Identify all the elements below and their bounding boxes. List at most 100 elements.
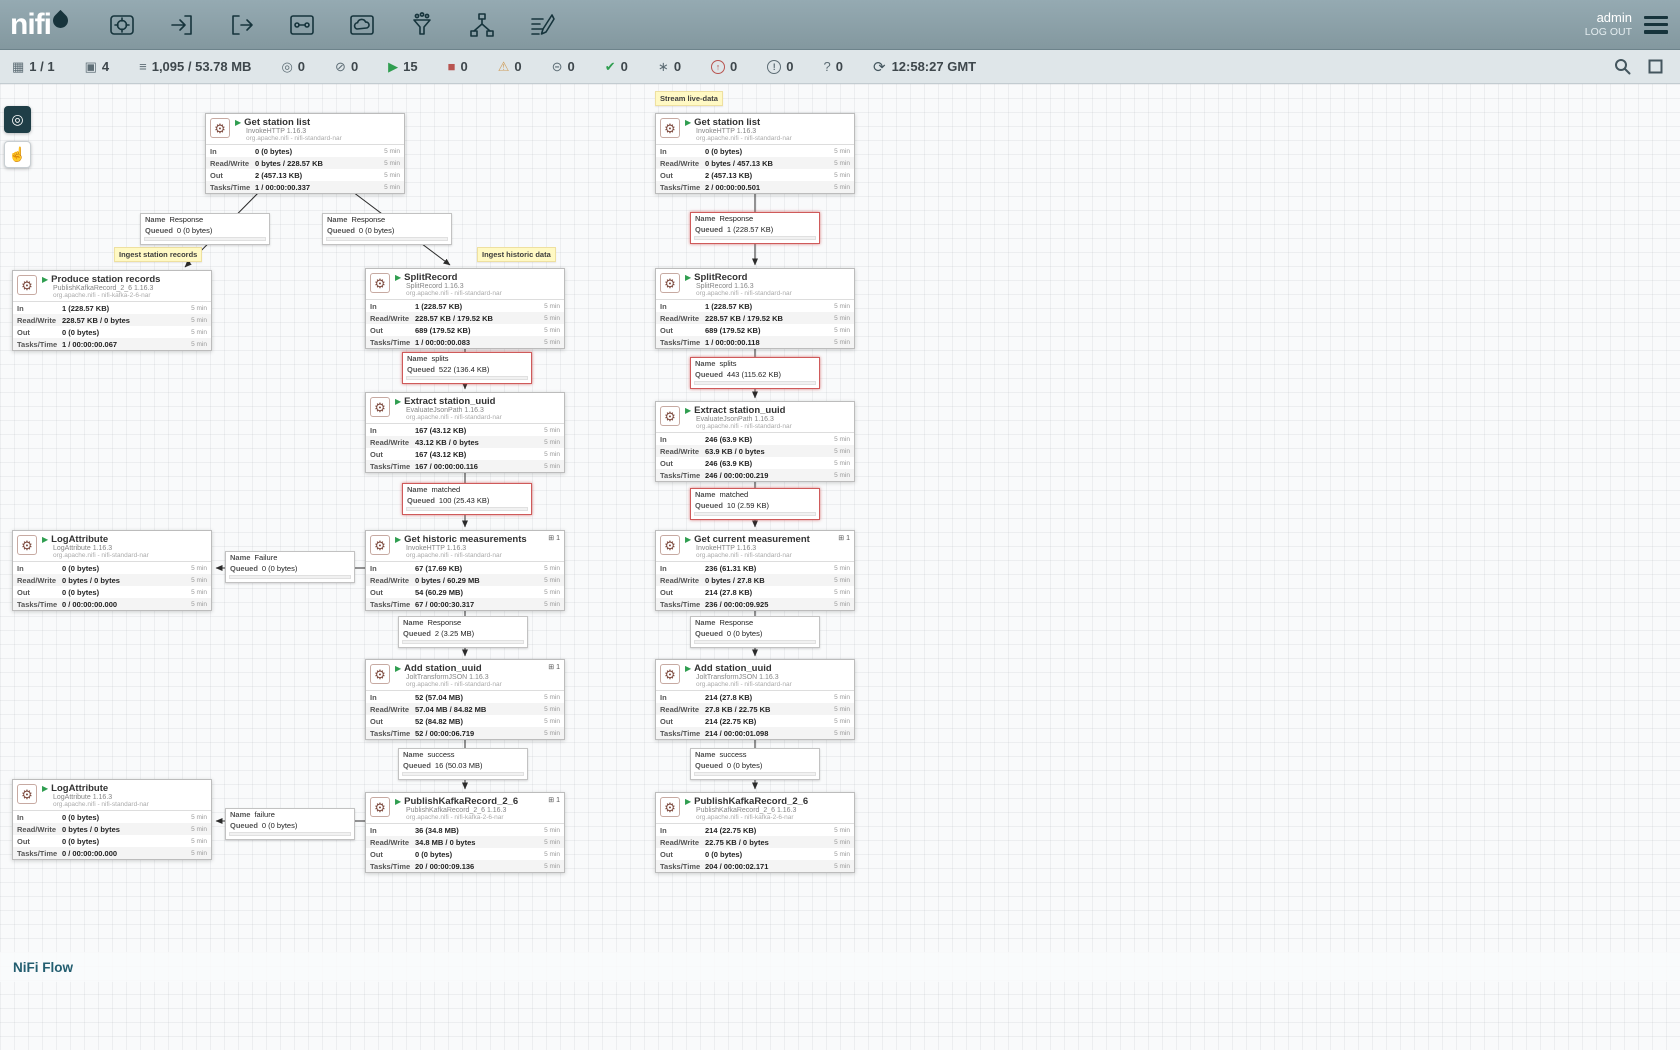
canvas-label-stream-live-data[interactable]: Stream live-data	[655, 91, 723, 106]
connection-queued-value: 443 (115.62 KB)	[727, 370, 781, 379]
connection-name-row: Name Response	[323, 214, 451, 225]
input-port-tool[interactable]	[166, 9, 198, 41]
stat-label: Read/Write	[660, 576, 705, 585]
connection-queued-key: Queued	[403, 629, 431, 638]
connection-name-value: Response	[351, 215, 385, 224]
processor-produce-station-records[interactable]: ⚙▶Produce station recordsPublishKafkaRec…	[12, 270, 212, 351]
processor-extract-station-uuid[interactable]: ⚙▶Extract station_uuidEvaluateJsonPath 1…	[365, 392, 565, 473]
stat-label: Read/Write	[17, 316, 62, 325]
processor-add-station-uuid[interactable]: ⚙▶Add station_uuidJoltTransformJSON 1.16…	[655, 659, 855, 740]
processor-splitrecord[interactable]: ⚙▶SplitRecordSplitRecord 1.16.3org.apach…	[655, 268, 855, 349]
logout-link[interactable]: LOG OUT	[1585, 26, 1632, 39]
connection-label-response[interactable]: NameResponseQueued1 (228.57 KB)	[690, 212, 820, 244]
processor-publishkafkarecord-2-6[interactable]: ⚙▶PublishKafkaRecord_2_6PublishKafkaReco…	[655, 792, 855, 873]
stale-icon: ↑	[711, 60, 725, 74]
connection-label-response[interactable]: NameResponseQueued0 (0 bytes)	[690, 616, 820, 648]
connection-label-response[interactable]: NameResponseQueued0 (0 bytes)	[140, 213, 270, 245]
stat-value: 1 / 00:00:00.083	[415, 338, 544, 347]
stat-label: In	[370, 426, 415, 435]
flow-canvas[interactable]: Stream live-data Ingest station records In…	[0, 0, 1680, 1050]
processor-tool[interactable]	[106, 9, 138, 41]
processor-type: PublishKafkaRecord_2_6 1.16.3	[53, 285, 160, 292]
connection-label-success[interactable]: NamesuccessQueued0 (0 bytes)	[690, 748, 820, 780]
processor-add-station-uuid[interactable]: ⚙▶Add station_uuidJoltTransformJSON 1.16…	[365, 659, 565, 740]
processor-extract-station-uuid[interactable]: ⚙▶Extract station_uuidEvaluateJsonPath 1…	[655, 401, 855, 482]
canvas-label-ingest-station-records[interactable]: Ingest station records	[114, 247, 202, 262]
processor-name: PublishKafkaRecord_2_6	[404, 796, 518, 807]
panel-toggle-icon[interactable]	[1647, 58, 1664, 75]
stat-value: 0 (0 bytes)	[62, 564, 191, 573]
processor-logattribute[interactable]: ⚙▶LogAttributeLogAttribute 1.16.3org.apa…	[12, 779, 212, 860]
connection-name-key: Name	[327, 215, 347, 224]
stat-value: 57.04 MB / 84.82 MB	[415, 705, 544, 714]
processor-type: JoltTransformJSON 1.16.3	[696, 674, 792, 681]
stat-window: 5 min	[191, 341, 207, 348]
funnel-tool[interactable]	[406, 9, 438, 41]
stat-value: 2 / 00:00:00.501	[705, 183, 834, 192]
navigate-palette-button[interactable]: ◎	[4, 106, 31, 133]
stat-window: 5 min	[544, 577, 560, 584]
processor-get-station-list[interactable]: ⚙▶Get station listInvokeHTTP 1.16.3org.a…	[655, 113, 855, 194]
stat-label: In	[660, 435, 705, 444]
connection-label-splits[interactable]: NamesplitsQueued443 (115.62 KB)	[690, 357, 820, 389]
processor-get-station-list[interactable]: ⚙▶Get station listInvokeHTTP 1.16.3org.a…	[205, 113, 405, 194]
stat-label: Tasks/Time	[370, 729, 415, 738]
connection-queued-key: Queued	[403, 761, 431, 770]
canvas-label-ingest-historic-data[interactable]: Ingest historic data	[477, 247, 556, 262]
breadcrumb-root-link[interactable]: NiFi Flow	[13, 960, 73, 975]
refresh-status[interactable]: ⟳12:58:27 GMT	[873, 58, 976, 76]
remote-process-group-tool[interactable]	[346, 9, 378, 41]
connection-label-response[interactable]: NameResponseQueued0 (0 bytes)	[322, 213, 452, 245]
label-tool[interactable]	[526, 9, 558, 41]
stat-window: 5 min	[384, 184, 400, 191]
processor-bundle: org.apache.nifi - nifi-standard-nar	[696, 290, 792, 297]
processor-bundle: org.apache.nifi - nifi-standard-nar	[696, 135, 792, 142]
connection-name-row: NameResponse	[691, 617, 819, 628]
stat-label: Tasks/Time	[660, 471, 705, 480]
connection-label-failure[interactable]: NamefailureQueued0 (0 bytes)	[225, 808, 355, 840]
stat-label: Read/Write	[17, 576, 62, 585]
processor-get-historic-measurements[interactable]: ⚙▶Get historic measurementsInvokeHTTP 1.…	[365, 530, 565, 611]
processor-publishkafkarecord-2-6[interactable]: ⚙▶PublishKafkaRecord_2_6PublishKafkaReco…	[365, 792, 565, 873]
stat-row: In52 (57.04 MB)5 min	[366, 691, 564, 703]
connection-label-splits[interactable]: NamesplitsQueued522 (136.4 KB)	[402, 352, 532, 384]
processor-titles: ▶LogAttributeLogAttribute 1.16.3org.apac…	[42, 783, 149, 808]
stat-window: 5 min	[544, 463, 560, 470]
processor-bundle: org.apache.nifi - nifi-standard-nar	[406, 414, 502, 421]
disabled-status: ⊝0	[552, 59, 575, 75]
connection-name-key: Name	[145, 215, 165, 224]
stat-value: 0 (0 bytes)	[255, 147, 384, 156]
queue-percent-bar	[694, 640, 816, 644]
processor-splitrecord[interactable]: ⚙▶SplitRecordSplitRecord 1.16.3org.apach…	[365, 268, 565, 349]
processor-type: EvaluateJsonPath 1.16.3	[696, 416, 792, 423]
processor-get-current-measurement[interactable]: ⚙▶Get current measurementInvokeHTTP 1.16…	[655, 530, 855, 611]
stat-row: In167 (43.12 KB)5 min	[366, 424, 564, 436]
connection-label-response[interactable]: NameResponseQueued2 (3.25 MB)	[398, 616, 528, 648]
processor-logattribute[interactable]: ⚙▶LogAttributeLogAttribute 1.16.3org.apa…	[12, 530, 212, 611]
stat-label: In	[17, 564, 62, 573]
run-status-icon: ▶	[42, 276, 48, 284]
connection-name-row: Namefailure	[226, 809, 354, 820]
processor-bundle: org.apache.nifi - nifi-standard-nar	[406, 681, 502, 688]
run-status-icon: ▶	[685, 274, 691, 282]
process-group-tool[interactable]	[286, 9, 318, 41]
template-tool[interactable]	[466, 9, 498, 41]
birdseye-icon: ◎	[11, 111, 23, 128]
connection-label-failure[interactable]: NameFailureQueued0 (0 bytes)	[225, 551, 355, 583]
processor-bundle: org.apache.nifi - nifi-standard-nar	[406, 552, 527, 559]
connection-queued-key: Queued	[407, 365, 435, 374]
connection-label-matched[interactable]: NamematchedQueued100 (25.43 KB)	[402, 483, 532, 515]
remote-process-group-icon	[348, 11, 376, 39]
processor-bundle: org.apache.nifi - nifi-standard-nar	[246, 135, 342, 142]
stat-value: 0 bytes / 0 bytes	[62, 576, 191, 585]
processor-type: LogAttribute 1.16.3	[53, 545, 149, 552]
stat-value: 0 (0 bytes)	[62, 813, 191, 822]
global-menu-button[interactable]	[1644, 16, 1668, 34]
connection-label-matched[interactable]: NamematchedQueued10 (2.59 KB)	[690, 488, 820, 520]
search-icon[interactable]	[1614, 58, 1631, 75]
processor-header: ⚙▶Get current measurementInvokeHTTP 1.16…	[656, 531, 854, 561]
operate-palette-button[interactable]: ☝	[4, 141, 31, 168]
output-port-tool[interactable]	[226, 9, 258, 41]
connection-label-success[interactable]: NamesuccessQueued16 (50.03 MB)	[398, 748, 528, 780]
processor-name-row: ▶Add station_uuid	[685, 663, 792, 674]
